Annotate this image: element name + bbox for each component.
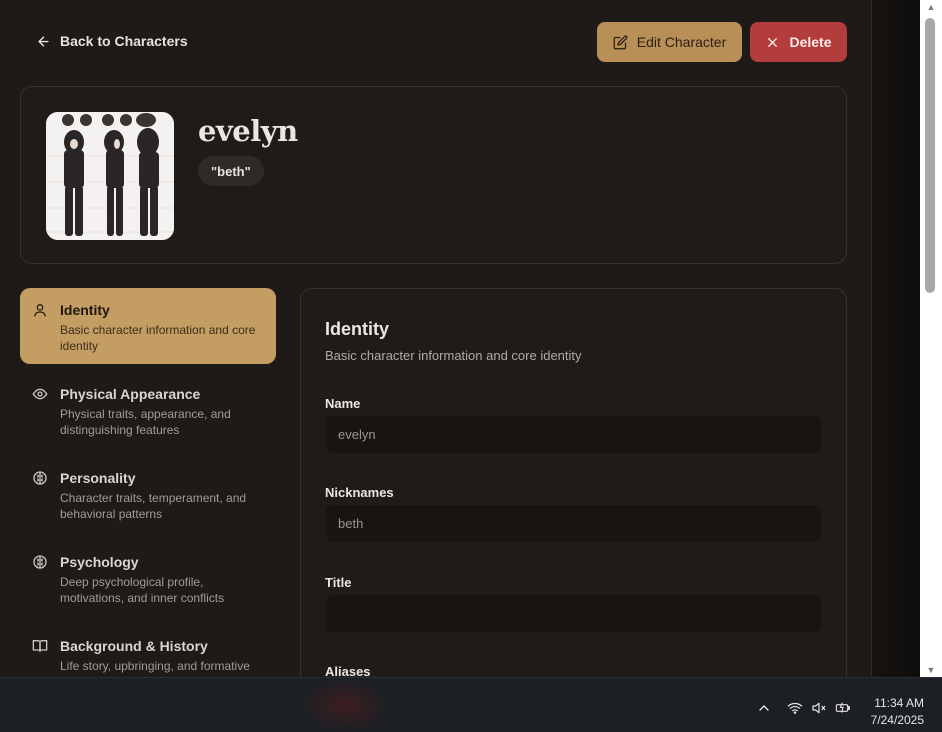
user-icon	[34, 304, 46, 317]
delete-button-label: Delete	[789, 34, 832, 50]
character-header-card: evelyn "beth"	[20, 86, 847, 264]
back-link-label: Back to Characters	[60, 33, 188, 49]
app-window: Back to Characters Edit Character Delete	[0, 0, 872, 677]
sidebar-item-desc: Basic character information and core ide…	[60, 323, 256, 353]
sidebar-item-title: Physical Appearance	[60, 386, 201, 402]
nicknames-label: Nicknames	[325, 485, 394, 500]
taskbar-app-glow	[300, 678, 390, 732]
section-title: Identity	[325, 319, 390, 339]
sidebar-item-desc: Character traits, temperament, and behav…	[60, 491, 247, 521]
back-to-characters-link[interactable]: Back to Characters	[36, 33, 188, 49]
scrollbar-thumb[interactable]	[925, 18, 935, 293]
arrow-left-icon	[38, 35, 49, 47]
scroll-up-arrow-icon[interactable]: ▲	[920, 0, 942, 14]
identity-section-card: Identity Basic character information and…	[300, 288, 847, 677]
sidebar-item-title: Background & History	[60, 638, 208, 654]
nicknames-field[interactable]: beth	[325, 504, 822, 543]
character-name: evelyn	[198, 114, 298, 148]
edit-button-label: Edit Character	[636, 34, 727, 50]
sidebar-item-title: Identity	[60, 302, 110, 318]
taskbar: 11:34 AM 7/24/2025	[0, 677, 942, 732]
edit-icon	[613, 35, 628, 49]
clock-date: 7/24/2025	[870, 713, 924, 727]
sidebar-item-desc: Deep psychological profile, motivations,…	[60, 575, 225, 605]
clock-time: 11:34 AM	[874, 696, 924, 710]
scroll-down-arrow-icon[interactable]: ▼	[920, 663, 942, 677]
eye-icon	[32, 388, 48, 400]
sidebar-item-physical-appearance[interactable]: Physical Appearance Physical traits, app…	[20, 372, 276, 448]
sidebar-item-title: Psychology	[60, 554, 139, 570]
brain-icon	[33, 471, 47, 485]
sidebar-item-desc: Life story, upbringing, and formative	[60, 659, 250, 673]
brain-icon	[33, 555, 47, 569]
sidebar-item-title: Personality	[60, 470, 136, 486]
delete-button[interactable]: Delete	[750, 22, 847, 62]
system-clock[interactable]: 11:34 AM 7/24/2025	[871, 695, 924, 729]
character-sheet-image	[46, 112, 174, 240]
sidebar-item-background-history[interactable]: Background & History Life story, upbring…	[20, 624, 276, 677]
battery-charging-icon[interactable]	[835, 700, 851, 716]
section-description: Basic character information and core ide…	[325, 348, 582, 363]
chevron-up-icon[interactable]	[756, 700, 772, 716]
close-icon	[768, 37, 778, 47]
title-field[interactable]	[325, 594, 822, 633]
vertical-scrollbar[interactable]: ▲ ▼	[920, 0, 942, 677]
sidebar-item-desc: Physical traits, appearance, and disting…	[60, 407, 231, 437]
window-edge	[872, 0, 920, 677]
wifi-icon[interactable]	[787, 700, 803, 716]
volume-muted-icon[interactable]	[811, 700, 827, 716]
character-portrait[interactable]	[46, 112, 174, 240]
name-field[interactable]: evelyn	[325, 415, 822, 454]
nickname-badge: "beth"	[198, 156, 264, 186]
sidebar-item-identity[interactable]: Identity Basic character information and…	[20, 288, 276, 364]
sidebar-item-psychology[interactable]: Psychology Deep psychological profile, m…	[20, 540, 276, 616]
aliases-label: Aliases	[325, 664, 371, 677]
book-icon	[32, 640, 48, 652]
edit-character-button[interactable]: Edit Character	[597, 22, 742, 62]
title-label: Title	[325, 575, 352, 590]
name-label: Name	[325, 396, 361, 411]
sidebar-item-personality[interactable]: Personality Character traits, temperamen…	[20, 456, 276, 532]
